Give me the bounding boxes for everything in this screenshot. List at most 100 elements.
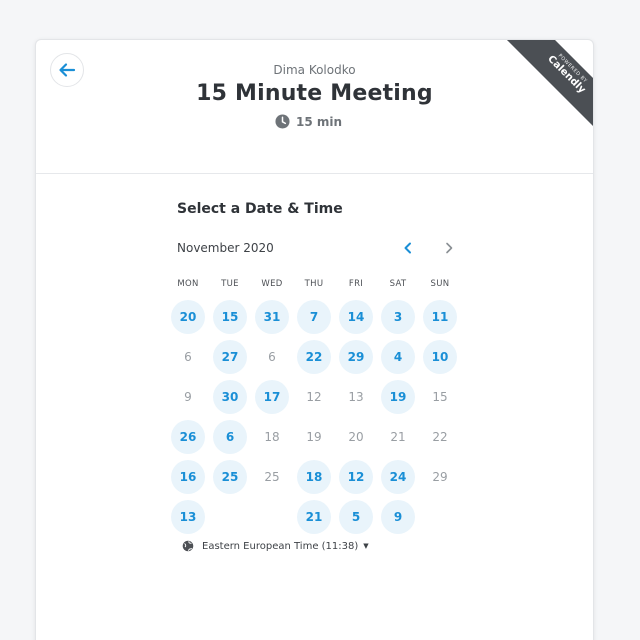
next-month-button[interactable] <box>438 237 460 259</box>
day-cell <box>251 497 293 537</box>
available-day-button[interactable]: 29 <box>339 340 373 374</box>
available-day-button[interactable]: 15 <box>213 300 247 334</box>
day-cell: 29 <box>419 457 461 497</box>
available-day-button[interactable]: 31 <box>255 300 289 334</box>
header-divider <box>36 173 593 174</box>
available-day-button[interactable]: 11 <box>423 300 457 334</box>
day-cell: 20 <box>167 297 209 337</box>
timezone-selector[interactable]: Eastern European Time (11:38) ▼ <box>182 540 369 552</box>
month-label: November 2020 <box>177 241 274 255</box>
available-day-button[interactable]: 9 <box>381 500 415 534</box>
available-day-button[interactable]: 3 <box>381 300 415 334</box>
unavailable-day: 6 <box>184 350 192 364</box>
unavailable-day: 19 <box>306 430 322 444</box>
day-cell: 4 <box>377 337 419 377</box>
available-day-button[interactable]: 12 <box>339 460 373 494</box>
day-cell: 17 <box>251 377 293 417</box>
unavailable-day: 12 <box>306 390 322 404</box>
calendar-grid: MON TUE WED THU FRI SAT SUN 20 15 31 7 14 3 11… <box>167 279 461 537</box>
clock-icon <box>275 114 290 129</box>
day-cell: 15 <box>209 297 251 337</box>
day-cell: 9 <box>167 377 209 417</box>
unavailable-day: 15 <box>432 390 448 404</box>
weekday-mon: MON <box>177 279 199 289</box>
available-day-button[interactable]: 21 <box>297 500 331 534</box>
section-title: Select a Date & Time <box>177 201 343 217</box>
day-cell: 19 <box>293 417 335 457</box>
weekday-wed: WED <box>261 279 283 289</box>
duration-label: 15 min <box>295 114 343 129</box>
ribbon-brand: Calendly <box>545 53 588 96</box>
available-day-button[interactable]: 7 <box>297 300 331 334</box>
day-cell: 12 <box>335 457 377 497</box>
available-day-button[interactable]: 22 <box>297 340 331 374</box>
day-cell: 19 <box>377 377 419 417</box>
weekday-fri: FRI <box>348 279 364 289</box>
available-day-button[interactable]: 16 <box>171 460 205 494</box>
unavailable-day: 6 <box>268 350 276 364</box>
unavailable-day: 18 <box>264 430 280 444</box>
available-day-button[interactable]: 13 <box>171 500 205 534</box>
day-cell: 6 <box>167 337 209 377</box>
weekday-tue: TUE <box>221 279 239 289</box>
day-cell: 5 <box>335 497 377 537</box>
day-cell: 11 <box>419 297 461 337</box>
available-day-button[interactable]: 20 <box>171 300 205 334</box>
day-cell: 22 <box>419 417 461 457</box>
day-cell: 25 <box>251 457 293 497</box>
available-day-button[interactable]: 25 <box>213 460 247 494</box>
day-cell: 25 <box>209 457 251 497</box>
available-day-button[interactable]: 14 <box>339 300 373 334</box>
unavailable-day: 22 <box>432 430 448 444</box>
available-day-button[interactable]: 5 <box>339 500 373 534</box>
day-cell: 27 <box>209 337 251 377</box>
globe-icon <box>182 540 194 552</box>
available-day-button[interactable]: 18 <box>297 460 331 494</box>
day-cell: 13 <box>167 497 209 537</box>
day-cell: 15 <box>419 377 461 417</box>
available-day-button[interactable]: 30 <box>213 380 247 414</box>
day-cell <box>209 497 251 537</box>
day-cell: 24 <box>377 457 419 497</box>
available-day-button[interactable]: 24 <box>381 460 415 494</box>
unavailable-day: 21 <box>390 430 406 444</box>
weekday-sun: SUN <box>430 279 450 289</box>
day-cell: 10 <box>419 337 461 377</box>
unavailable-day: 13 <box>348 390 364 404</box>
booking-card: Dima Kolodko 15 Minute Meeting 15 min PO… <box>35 39 594 640</box>
day-cell: 16 <box>167 457 209 497</box>
unavailable-day: 25 <box>264 470 280 484</box>
day-cell <box>419 497 461 537</box>
day-cell: 3 <box>377 297 419 337</box>
available-day-button[interactable]: 26 <box>171 420 205 454</box>
day-cell: 18 <box>251 417 293 457</box>
day-cell: 30 <box>209 377 251 417</box>
unavailable-day: 9 <box>184 390 192 404</box>
day-cell: 31 <box>251 297 293 337</box>
caret-down-icon: ▼ <box>363 542 369 550</box>
day-cell: 6 <box>251 337 293 377</box>
unavailable-day: 20 <box>348 430 364 444</box>
weekday-header: MON TUE WED THU FRI SAT SUN <box>167 279 461 297</box>
day-cell: 9 <box>377 497 419 537</box>
day-cell: 6 <box>209 417 251 457</box>
available-day-button[interactable]: 19 <box>381 380 415 414</box>
previous-month-button[interactable] <box>397 237 419 259</box>
day-cell: 14 <box>335 297 377 337</box>
day-cell: 21 <box>293 497 335 537</box>
day-cell: 18 <box>293 457 335 497</box>
timezone-label: Eastern European Time (11:38) <box>202 540 359 552</box>
available-day-button[interactable]: 17 <box>255 380 289 414</box>
available-day-button[interactable]: 10 <box>423 340 457 374</box>
day-cell: 13 <box>335 377 377 417</box>
available-day-button[interactable]: 27 <box>213 340 247 374</box>
available-day-button[interactable]: 4 <box>381 340 415 374</box>
day-cell: 26 <box>167 417 209 457</box>
day-cell: 12 <box>293 377 335 417</box>
powered-by-ribbon[interactable]: POWERED BY Calendly <box>493 40 593 140</box>
unavailable-day: 29 <box>432 470 448 484</box>
available-day-button[interactable]: 6 <box>213 420 247 454</box>
day-cell: 20 <box>335 417 377 457</box>
day-cell: 21 <box>377 417 419 457</box>
weekday-thu: THU <box>304 279 324 289</box>
